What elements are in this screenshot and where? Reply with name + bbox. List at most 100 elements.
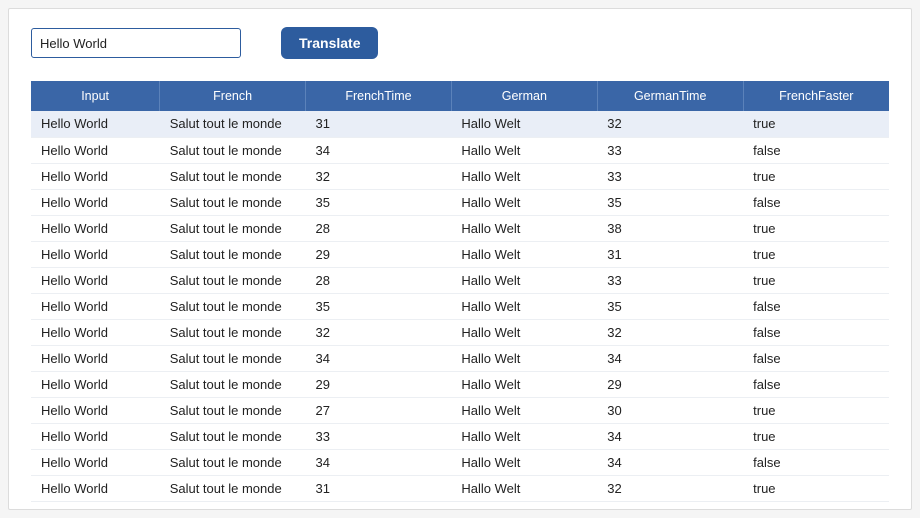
table-row[interactable]: Hello WorldSalut tout le monde33Hallo We…	[31, 423, 889, 449]
col-header-french-time[interactable]: FrenchTime	[306, 81, 452, 111]
cell-input: Hello World	[31, 345, 160, 371]
table-row[interactable]: Hello WorldSalut tout le monde33Hallo We…	[31, 501, 889, 510]
cell-french-time: 32	[306, 163, 452, 189]
table-row[interactable]: Hello WorldSalut tout le monde34Hallo We…	[31, 345, 889, 371]
cell-french: Salut tout le monde	[160, 215, 306, 241]
cell-german-time: 32	[597, 319, 743, 345]
cell-french-faster: true	[743, 111, 889, 137]
cell-input: Hello World	[31, 137, 160, 163]
table-row[interactable]: Hello WorldSalut tout le monde28Hallo We…	[31, 215, 889, 241]
cell-german: Hallo Welt	[451, 371, 597, 397]
col-header-german[interactable]: German	[451, 81, 597, 111]
cell-german-time: 32	[597, 475, 743, 501]
col-header-french-faster[interactable]: FrenchFaster	[743, 81, 889, 111]
results-table: Input French FrenchTime German GermanTim…	[31, 81, 889, 510]
cell-german-time: 34	[597, 345, 743, 371]
cell-french: Salut tout le monde	[160, 423, 306, 449]
cell-french-faster: true	[743, 163, 889, 189]
cell-german-time: 29	[597, 371, 743, 397]
table-row[interactable]: Hello WorldSalut tout le monde28Hallo We…	[31, 267, 889, 293]
cell-german: Hallo Welt	[451, 241, 597, 267]
cell-input: Hello World	[31, 163, 160, 189]
cell-input: Hello World	[31, 241, 160, 267]
cell-german-time: 33	[597, 163, 743, 189]
cell-german-time: 38	[597, 215, 743, 241]
cell-french-faster: true	[743, 241, 889, 267]
cell-french: Salut tout le monde	[160, 449, 306, 475]
cell-french-time: 31	[306, 111, 452, 137]
cell-french-faster: true	[743, 423, 889, 449]
table-row[interactable]: Hello WorldSalut tout le monde34Hallo We…	[31, 137, 889, 163]
cell-french-time: 27	[306, 397, 452, 423]
cell-french-faster: true	[743, 397, 889, 423]
table-header-row: Input French FrenchTime German GermanTim…	[31, 81, 889, 111]
cell-input: Hello World	[31, 319, 160, 345]
table-row[interactable]: Hello WorldSalut tout le monde27Hallo We…	[31, 397, 889, 423]
cell-french-faster: false	[743, 449, 889, 475]
cell-german: Hallo Welt	[451, 501, 597, 510]
cell-french: Salut tout le monde	[160, 501, 306, 510]
cell-french-time: 34	[306, 449, 452, 475]
cell-french-faster: true	[743, 215, 889, 241]
cell-german-time: 35	[597, 189, 743, 215]
cell-french-time: 28	[306, 215, 452, 241]
translate-button[interactable]: Translate	[281, 27, 378, 59]
cell-french-time: 29	[306, 371, 452, 397]
table-row[interactable]: Hello WorldSalut tout le monde32Hallo We…	[31, 319, 889, 345]
cell-german-time: 34	[597, 423, 743, 449]
table-row[interactable]: Hello WorldSalut tout le monde29Hallo We…	[31, 371, 889, 397]
cell-french-faster: true	[743, 267, 889, 293]
cell-input: Hello World	[31, 449, 160, 475]
cell-french-faster: true	[743, 475, 889, 501]
main-panel: Translate Input French FrenchTime German…	[8, 8, 912, 510]
cell-german: Hallo Welt	[451, 449, 597, 475]
cell-french: Salut tout le monde	[160, 293, 306, 319]
cell-german: Hallo Welt	[451, 293, 597, 319]
cell-french: Salut tout le monde	[160, 111, 306, 137]
cell-input: Hello World	[31, 397, 160, 423]
cell-german-time: 30	[597, 397, 743, 423]
cell-german: Hallo Welt	[451, 319, 597, 345]
cell-german: Hallo Welt	[451, 215, 597, 241]
cell-input: Hello World	[31, 475, 160, 501]
col-header-input[interactable]: Input	[31, 81, 160, 111]
cell-german: Hallo Welt	[451, 397, 597, 423]
cell-french-time: 34	[306, 345, 452, 371]
cell-french: Salut tout le monde	[160, 345, 306, 371]
table-row[interactable]: Hello WorldSalut tout le monde31Hallo We…	[31, 111, 889, 137]
cell-input: Hello World	[31, 423, 160, 449]
cell-german: Hallo Welt	[451, 137, 597, 163]
table-row[interactable]: Hello WorldSalut tout le monde35Hallo We…	[31, 293, 889, 319]
cell-french-time: 28	[306, 267, 452, 293]
cell-french-faster: false	[743, 293, 889, 319]
cell-french-faster: false	[743, 137, 889, 163]
cell-french-time: 31	[306, 475, 452, 501]
col-header-german-time[interactable]: GermanTime	[597, 81, 743, 111]
table-row[interactable]: Hello WorldSalut tout le monde29Hallo We…	[31, 241, 889, 267]
translate-input[interactable]	[31, 28, 241, 58]
cell-french-faster: false	[743, 319, 889, 345]
cell-french-faster: false	[743, 189, 889, 215]
cell-french: Salut tout le monde	[160, 371, 306, 397]
col-header-french[interactable]: French	[160, 81, 306, 111]
cell-input: Hello World	[31, 371, 160, 397]
table-row[interactable]: Hello WorldSalut tout le monde35Hallo We…	[31, 189, 889, 215]
cell-german-time: 33	[597, 267, 743, 293]
cell-french: Salut tout le monde	[160, 397, 306, 423]
table-row[interactable]: Hello WorldSalut tout le monde34Hallo We…	[31, 449, 889, 475]
cell-french-faster: false	[743, 501, 889, 510]
table-row[interactable]: Hello WorldSalut tout le monde31Hallo We…	[31, 475, 889, 501]
cell-german-time: 32	[597, 111, 743, 137]
cell-german: Hallo Welt	[451, 111, 597, 137]
cell-french: Salut tout le monde	[160, 137, 306, 163]
cell-french: Salut tout le monde	[160, 241, 306, 267]
cell-french: Salut tout le monde	[160, 189, 306, 215]
cell-german-time: 34	[597, 449, 743, 475]
cell-german: Hallo Welt	[451, 189, 597, 215]
table-row[interactable]: Hello WorldSalut tout le monde32Hallo We…	[31, 163, 889, 189]
cell-french-time: 33	[306, 501, 452, 510]
cell-german: Hallo Welt	[451, 163, 597, 189]
cell-french-time: 34	[306, 137, 452, 163]
cell-german: Hallo Welt	[451, 475, 597, 501]
cell-german-time: 31	[597, 241, 743, 267]
